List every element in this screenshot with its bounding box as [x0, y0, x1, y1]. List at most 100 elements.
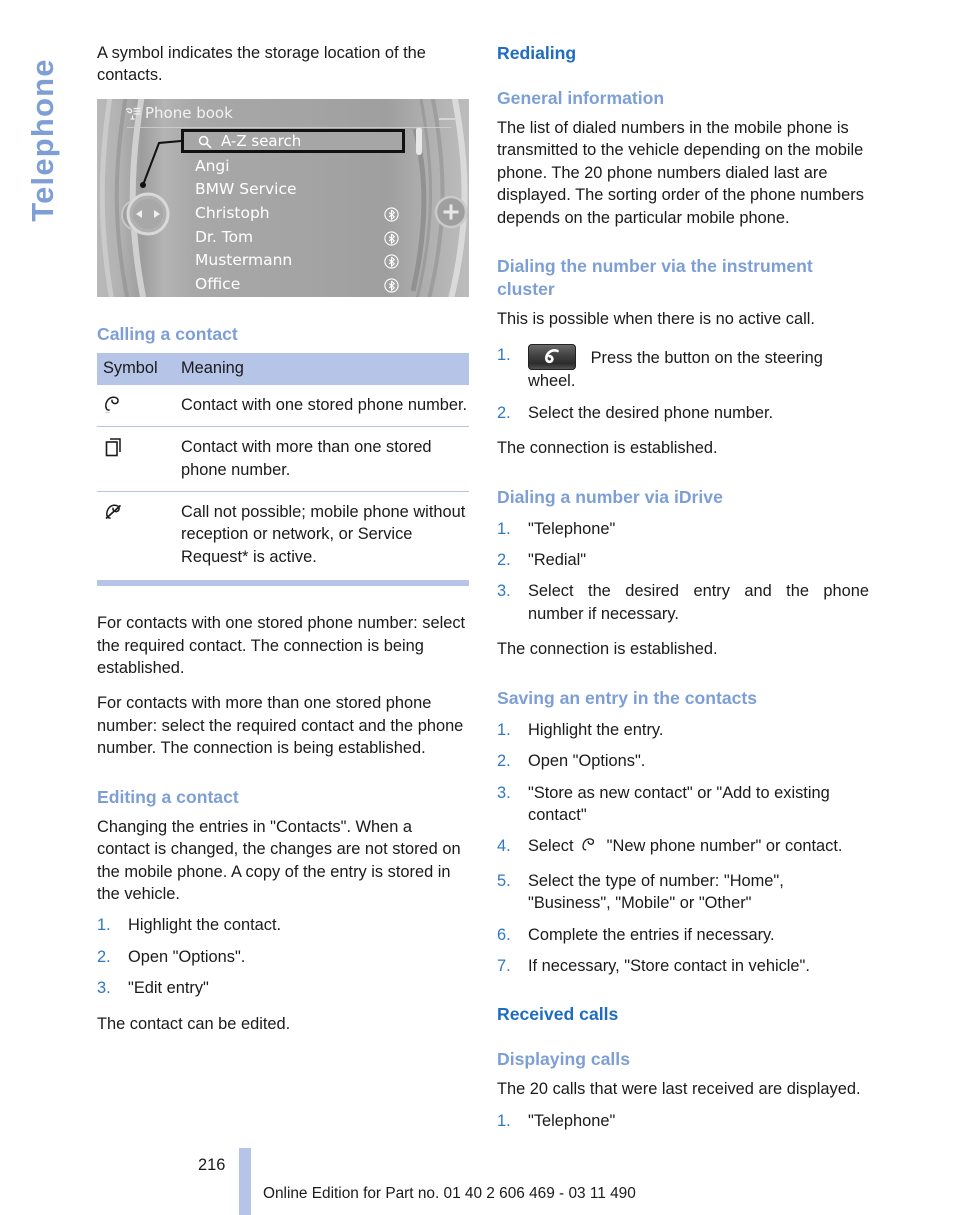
more-numbers-paragraph: For contacts with more than one stored p… [97, 694, 464, 758]
idrive-phone-book-screenshot: Phone book A-Z search Angi BMW Service C… [97, 98, 469, 297]
contact-name: Christoph [195, 204, 270, 222]
instrument-cluster-outro: The connection is established. [497, 439, 718, 458]
general-information-paragraph: The list of dialed numbers in the mobile… [497, 119, 864, 227]
symbol-meaning-table: Symbol Meaning Contact with one stored p… [97, 352, 469, 579]
general-information-heading: General information [497, 88, 665, 108]
received-calls-heading: Received calls [497, 1004, 619, 1025]
list-item: 3. "Edit entry" [97, 977, 469, 999]
list-item: 1. "Telephone" [497, 1110, 869, 1132]
table-cell-symbol [97, 385, 175, 427]
bluetooth-icon [384, 278, 399, 297]
idrive-outro: The connection is established. [497, 640, 718, 659]
chapter-side-tab: Telephone [0, 30, 96, 310]
contact-name: Office [195, 274, 241, 293]
table-header-row: Symbol Meaning [97, 352, 469, 385]
instrument-cluster-heading: Dialing the number via the instrument cl… [497, 256, 813, 300]
one-number-paragraph: For contacts with one stored phone numbe… [97, 614, 466, 678]
intro-paragraph: A symbol indicates the storage location … [97, 44, 426, 85]
table-header-symbol: Symbol [97, 352, 175, 385]
page-number: 216 [198, 1156, 226, 1174]
step-text: Open "Options". [528, 752, 646, 771]
dialing-via-idrive-heading: Dialing a number via iDrive [497, 486, 723, 507]
editing-steps-list: 1. Highlight the contact. 2. Open "Optio… [97, 914, 469, 999]
contact-name: BMW Service [195, 180, 297, 199]
step-text: Select the type of number: "Home", "Busi… [528, 871, 784, 913]
idrive-contact-row[interactable]: Angi [195, 157, 445, 181]
step-number: 3. [497, 582, 511, 601]
saving-steps-list: 1. Highlight the entry. 2. Open "Options… [497, 719, 869, 978]
step-number: 2. [497, 752, 511, 771]
calling-a-contact-heading: Calling a contact [97, 323, 238, 344]
plus-button-icon[interactable] [434, 195, 468, 233]
table-row: Call not possible; mobile phone without … [97, 491, 469, 579]
step-number: 2. [497, 403, 511, 422]
table-cell-meaning: Contact with one stored phone number. [181, 395, 468, 414]
footer-edition-text: Online Edition for Part no. 01 40 2 606 … [263, 1185, 636, 1202]
list-item: 5. Select the type of number: "Home", "B… [497, 870, 869, 915]
table-row: Contact with more than one stored phone … [97, 426, 469, 492]
contact-name: Angi [195, 156, 230, 175]
step-text: "Redial" [528, 551, 587, 570]
step-text: "Store as new contact" or "Add to existi… [528, 783, 830, 824]
instrument-cluster-steps-list: 1. Press the button on the steering whee… [497, 344, 869, 424]
table-row: Contact with one stored phone number. [97, 385, 469, 427]
list-item: 2. "Redial" [497, 549, 869, 571]
bluetooth-icon [384, 230, 399, 250]
idrive-contact-row[interactable]: Office [195, 275, 445, 297]
idrive-contact-row[interactable]: BMW Service [195, 180, 445, 204]
idrive-steps-list: 1. "Telephone" 2. "Redial" 3. Select the… [497, 518, 869, 626]
list-item: 7. If necessary, "Store contact in vehic… [497, 955, 869, 977]
list-item: 2. Open "Options". [497, 750, 869, 772]
step-number: 2. [497, 551, 511, 570]
step-number: 2. [97, 947, 111, 966]
step-number: 1. [497, 1111, 511, 1130]
step-number: 6. [497, 925, 511, 944]
contact-name: Mustermann [195, 251, 293, 270]
footer-accent-bar [239, 1148, 251, 1215]
step-number: 7. [497, 956, 511, 975]
right-column: Redialing General information The list o… [497, 42, 869, 1132]
table-cell-symbol [97, 426, 175, 492]
redialing-heading: Redialing [497, 43, 577, 63]
left-column: A symbol indicates the storage location … [97, 42, 469, 1035]
list-item: 4. Select "New phone number" or contact. [497, 835, 869, 860]
chapter-side-tab-label: Telephone [25, 58, 60, 222]
table-cell-meaning: Call not possible; mobile phone without … [175, 491, 469, 579]
step-text: Complete the entries if necessary. [528, 925, 775, 944]
table-cell-meaning: Contact with more than one stored phone … [175, 426, 469, 492]
idrive-contact-row[interactable]: Mustermann [195, 251, 445, 275]
step-number: 1. [497, 519, 511, 538]
list-item: 1. Highlight the entry. [497, 719, 869, 741]
list-item: 2. Open "Options". [97, 946, 469, 968]
list-item: 3. Select the desired entry and the phon… [497, 580, 869, 625]
step-number: 4. [497, 837, 511, 856]
step-number: 1. [497, 346, 511, 365]
displaying-calls-heading: Displaying calls [497, 1049, 630, 1070]
contact-name: Dr. Tom [195, 227, 254, 246]
idrive-contact-row[interactable]: Dr. Tom [195, 228, 445, 252]
step-text: "Telephone" [528, 1111, 616, 1130]
step-text: "Edit entry" [128, 979, 209, 998]
step-text: Open "Options". [128, 947, 246, 966]
list-item: 1. Highlight the contact. [97, 914, 469, 936]
steering-wheel-phone-button-icon [528, 344, 576, 371]
idrive-contact-row[interactable]: Christoph [195, 204, 445, 228]
idrive-search-label: A-Z search [221, 131, 302, 150]
step-number: 3. [497, 783, 511, 802]
left-right-nav-icon[interactable] [115, 183, 177, 249]
step-number: 1. [97, 916, 111, 935]
